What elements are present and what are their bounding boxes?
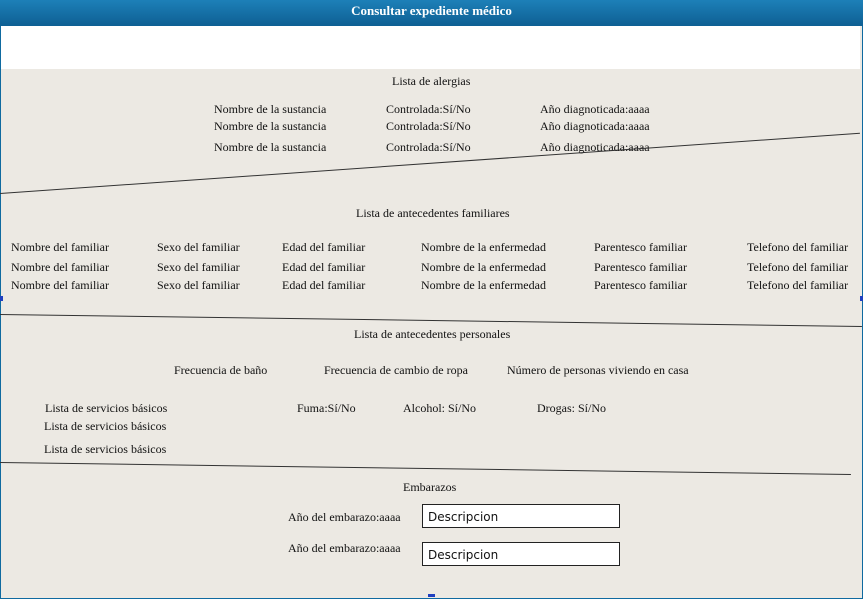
- family-phone: Telefono del familiar: [747, 260, 849, 274]
- family-relation: Parentesco familiar: [594, 260, 687, 274]
- allergy-controlled: Controlada:Sí/No: [386, 102, 471, 116]
- family-age: Edad del familiar: [282, 260, 366, 274]
- basic-services-label: Lista de servicios básicos: [44, 419, 167, 433]
- allergies-title: Lista de alergias: [392, 74, 471, 88]
- bath-frequency-label: Frecuencia de baño: [174, 363, 268, 377]
- family-sex: Sexo del familiar: [157, 240, 240, 254]
- family-name: Nombre del familiar: [11, 278, 109, 292]
- edge-marker: [428, 594, 435, 597]
- basic-services-label: Lista de servicios básicos: [44, 442, 167, 456]
- pregnancy-description-field[interactable]: Descripcion: [422, 504, 620, 528]
- allergy-year: Año diagnoticada:aaaa: [540, 140, 650, 154]
- window-title: Consultar expediente médico: [0, 0, 863, 26]
- header-blank-area: [1, 26, 860, 69]
- personal-title: Lista de antecedentes personales: [354, 327, 511, 341]
- allergy-substance: Nombre de la sustancia: [214, 140, 327, 154]
- family-title: Lista de antecedentes familiares: [356, 206, 510, 220]
- drugs-label: Drogas: Sí/No: [537, 401, 606, 415]
- pregnancies-title: Embarazos: [403, 480, 457, 494]
- family-phone: Telefono del familiar: [747, 278, 849, 292]
- pregnancy-description-field[interactable]: Descripcion: [422, 542, 620, 566]
- family-sex: Sexo del familiar: [157, 260, 240, 274]
- allergy-controlled: Controlada:Sí/No: [386, 140, 471, 154]
- allergy-controlled: Controlada:Sí/No: [386, 119, 471, 133]
- basic-services-label: Lista de servicios básicos: [45, 401, 168, 415]
- family-disease: Nombre de la enfermedad: [421, 278, 546, 292]
- smoke-label: Fuma:Sí/No: [297, 401, 356, 415]
- family-age: Edad del familiar: [282, 240, 366, 254]
- pregnancy-year-label: Año del embarazo:aaaa: [288, 541, 401, 555]
- family-sex: Sexo del familiar: [157, 278, 240, 292]
- allergy-year: Año diagnoticada:aaaa: [540, 119, 650, 133]
- allergy-year: Año diagnoticada:aaaa: [540, 102, 650, 116]
- allergy-substance: Nombre de la sustancia: [214, 102, 327, 116]
- family-disease: Nombre de la enfermedad: [421, 240, 546, 254]
- pregnancy-year-label: Año del embarazo:aaaa: [288, 510, 401, 524]
- family-name: Nombre del familiar: [11, 260, 109, 274]
- people-count-label: Número de personas viviendo en casa: [507, 363, 689, 377]
- family-name: Nombre del familiar: [11, 240, 109, 254]
- family-age: Edad del familiar: [282, 278, 366, 292]
- clothes-frequency-label: Frecuencia de cambio de ropa: [324, 363, 468, 377]
- alcohol-label: Alcohol: Sí/No: [403, 401, 477, 415]
- family-relation: Parentesco familiar: [594, 278, 687, 292]
- allergy-substance: Nombre de la sustancia: [214, 119, 327, 133]
- edge-marker: [0, 296, 3, 301]
- family-phone: Telefono del familiar: [747, 240, 849, 254]
- family-disease: Nombre de la enfermedad: [421, 260, 546, 274]
- family-relation: Parentesco familiar: [594, 240, 687, 254]
